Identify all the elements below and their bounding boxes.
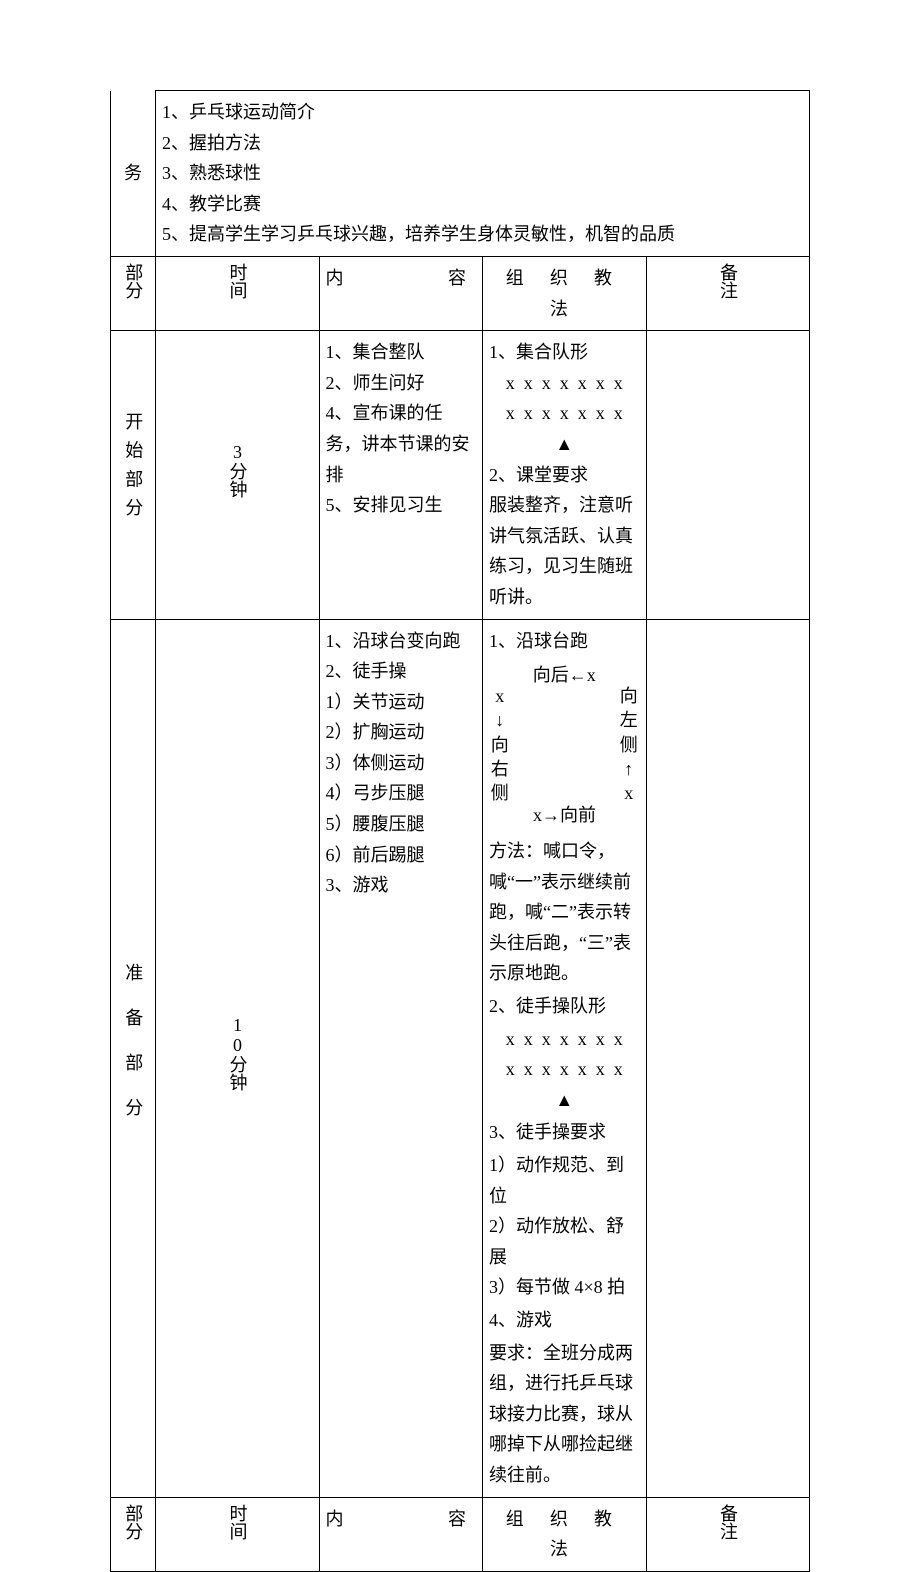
run-left: x ↓ 向 右 侧 bbox=[489, 686, 511, 804]
hd-note-label: 备注 bbox=[712, 263, 743, 299]
tasks-row: 务 1、乒乓球运动简介 2、握拍方法 3、熟悉球性 4、教学比赛 5、提高学生学… bbox=[111, 91, 810, 257]
hd-section-label: 部分 bbox=[118, 263, 149, 299]
run-title: 1、沿球台跑 bbox=[489, 626, 640, 657]
section-cell: 准备部分 bbox=[111, 619, 156, 1497]
tasks-cell: 1、乒乓球运动简介 2、握拍方法 3、熟悉球性 4、教学比赛 5、提高学生学习乒… bbox=[156, 91, 810, 257]
section-cell: 开始部分 bbox=[111, 331, 156, 619]
run-left-char: x bbox=[495, 686, 504, 707]
requirement-title: 2、课堂要求 bbox=[489, 460, 640, 491]
hd-content-left: 内 bbox=[326, 1504, 344, 1535]
task-item: 5、提高学生学习乒乓球兴趣，培养学生身体灵敏性，机智的品质 bbox=[162, 219, 803, 250]
ex-form-line: x x x x x x x bbox=[489, 1054, 640, 1085]
run-right: 向 左 侧 ↑ x bbox=[618, 686, 640, 804]
hd-section: 部分 bbox=[111, 1497, 156, 1571]
game-req: 要求：全班分成两组，进行托乒乓球球接力比赛，球从哪掉下从哪捡起继续往前。 bbox=[489, 1338, 640, 1491]
run-bottom: x→向前 bbox=[489, 800, 640, 831]
lesson-plan-page: 务 1、乒乓球运动简介 2、握拍方法 3、熟悉球性 4、教学比赛 5、提高学生学… bbox=[0, 0, 920, 1302]
content-line: 1）关节运动 bbox=[326, 687, 477, 718]
run-right-char: 向 bbox=[620, 686, 638, 707]
hd-note: 备注 bbox=[646, 256, 810, 330]
content-line: 1、集合整队 bbox=[326, 337, 477, 368]
formation-title: 1、集合队形 bbox=[489, 337, 640, 368]
hd-time: 时间 bbox=[156, 256, 320, 330]
table-header-row-bottom: 部分 时间 内 容 组 织 教 法 备注 bbox=[111, 1497, 810, 1571]
run-right-char: 侧 bbox=[620, 735, 638, 756]
run-right-char: 左 bbox=[620, 710, 638, 731]
formation-line: x x x x x x x bbox=[489, 398, 640, 429]
tasks-label: 务 bbox=[124, 163, 142, 183]
hd-content-right: 容 bbox=[448, 263, 476, 294]
hd-time-label: 时间 bbox=[222, 1504, 253, 1540]
time-cell: 10分钟 bbox=[156, 619, 320, 1497]
content-line: 4、宣布课的任务，讲本节课的安排 bbox=[326, 398, 477, 490]
hd-time: 时间 bbox=[156, 1497, 320, 1571]
hd-content: 内 容 bbox=[319, 1497, 483, 1571]
section-label: 准备部分 bbox=[118, 963, 149, 1143]
formation-line: x x x x x x x bbox=[489, 368, 640, 399]
ex-form-line: x x x x x x x bbox=[489, 1024, 640, 1055]
hd-content: 内 容 bbox=[319, 256, 483, 330]
game-title: 4、游戏 bbox=[489, 1305, 640, 1336]
table-row-start: 开始部分 3分钟 1、集合整队 2、师生问好 4、宣布课的任务，讲本节课的安排 … bbox=[111, 331, 810, 619]
task-item: 4、教学比赛 bbox=[162, 189, 803, 220]
hd-method: 组 织 教 法 bbox=[483, 256, 647, 330]
method-cell: 1、集合队形 x x x x x x x x x x x x x x ▲ 2、课… bbox=[483, 331, 647, 619]
table-header-row: 部分 时间 内 容 组 织 教 法 备注 bbox=[111, 256, 810, 330]
run-left-char: 向 bbox=[491, 735, 509, 756]
ex-req-title: 3、徒手操要求 bbox=[489, 1117, 640, 1148]
lesson-table: 务 1、乒乓球运动简介 2、握拍方法 3、熟悉球性 4、教学比赛 5、提高学生学… bbox=[110, 90, 810, 1572]
content-line: 4）弓步压腿 bbox=[326, 778, 477, 809]
tasks-label-cell: 务 bbox=[111, 91, 156, 257]
content-line: 5、安排见习生 bbox=[326, 490, 477, 521]
hd-method: 组 织 教 法 bbox=[483, 1497, 647, 1571]
run-desc: 方法：喊口令，喊“一”表示继续前跑，喊“二”表示转头往后跑，“三”表示原地跑。 bbox=[489, 836, 640, 989]
hd-note: 备注 bbox=[646, 1497, 810, 1571]
run-left-char: 右 bbox=[491, 759, 509, 780]
content-cell: 1、集合整队 2、师生问好 4、宣布课的任务，讲本节课的安排 5、安排见习生 bbox=[319, 331, 483, 619]
time-cell: 3分钟 bbox=[156, 331, 320, 619]
method-cell: 1、沿球台跑 向后←x x ↓ 向 右 侧 向 bbox=[483, 619, 647, 1497]
run-diagram: 向后←x x ↓ 向 右 侧 向 左 bbox=[489, 660, 640, 830]
section-label: 开始部分 bbox=[118, 412, 149, 527]
run-left-char: ↓ bbox=[495, 710, 504, 731]
hd-content-left: 内 bbox=[326, 263, 344, 294]
content-cell: 1、沿球台变向跑 2、徒手操 1）关节运动 2）扩胸运动 3）体侧运动 4）弓步… bbox=[319, 619, 483, 1497]
content-line: 6）前后踢腿 bbox=[326, 840, 477, 871]
content-line: 1、沿球台变向跑 bbox=[326, 626, 477, 657]
note-cell bbox=[646, 331, 810, 619]
content-line: 3）体侧运动 bbox=[326, 748, 477, 779]
run-right-char: ↑ bbox=[624, 759, 633, 780]
ex-form-marker: ▲ bbox=[489, 1085, 640, 1116]
time-label: 3分钟 bbox=[222, 442, 253, 498]
task-item: 2、握拍方法 bbox=[162, 128, 803, 159]
table-row-prepare: 准备部分 10分钟 1、沿球台变向跑 2、徒手操 1）关节运动 2）扩胸运动 3… bbox=[111, 619, 810, 1497]
hd-section-label: 部分 bbox=[118, 1504, 149, 1540]
content-line: 2、徒手操 bbox=[326, 656, 477, 687]
task-item: 1、乒乓球运动简介 bbox=[162, 97, 803, 128]
content-line: 2、师生问好 bbox=[326, 368, 477, 399]
formation-marker: ▲ bbox=[489, 429, 640, 460]
task-item: 3、熟悉球性 bbox=[162, 158, 803, 189]
time-label: 10分钟 bbox=[222, 1015, 253, 1091]
ex-req-item: 1）动作规范、到位 bbox=[489, 1150, 640, 1211]
hd-time-label: 时间 bbox=[222, 263, 253, 299]
content-line: 3、游戏 bbox=[326, 870, 477, 901]
ex-form-title: 2、徒手操队形 bbox=[489, 991, 640, 1022]
hd-note-label: 备注 bbox=[712, 1504, 743, 1540]
ex-req-item: 3）每节做 4×8 拍 bbox=[489, 1272, 640, 1303]
content-line: 2）扩胸运动 bbox=[326, 717, 477, 748]
requirement-text: 服装整齐，注意听讲气氛活跃、认真练习，见习生随班听讲。 bbox=[489, 490, 640, 612]
ex-req-item: 2）动作放松、舒展 bbox=[489, 1211, 640, 1272]
hd-content-right: 容 bbox=[448, 1504, 476, 1535]
note-cell bbox=[646, 619, 810, 1497]
content-line: 5）腰腹压腿 bbox=[326, 809, 477, 840]
hd-section: 部分 bbox=[111, 256, 156, 330]
